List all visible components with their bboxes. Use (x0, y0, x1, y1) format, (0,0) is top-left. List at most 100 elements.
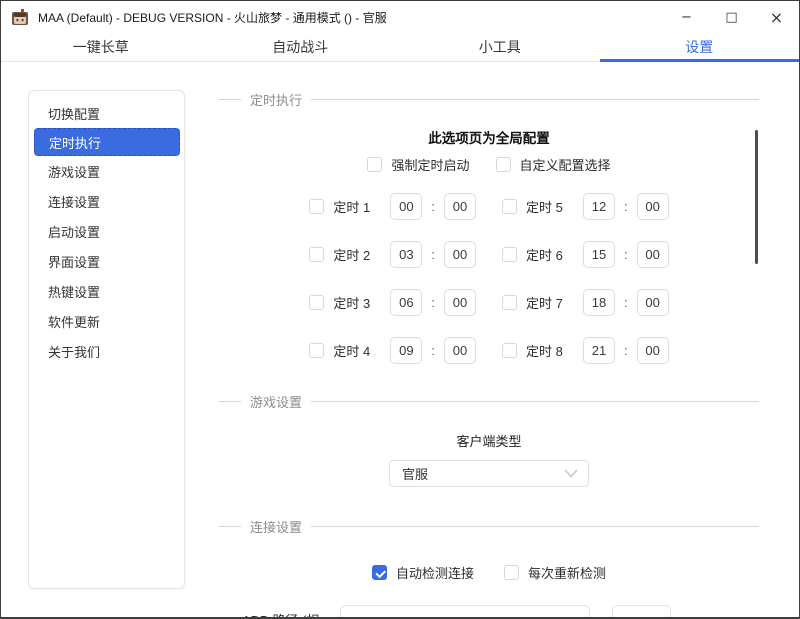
timer-3-label: 定时 3 (333, 296, 371, 311)
auto-detect-connection-label: 自动检测连接 (395, 566, 474, 581)
colon-separator: : (431, 295, 435, 310)
settings-sidebar: 切换配置 定时执行 游戏设置 连接设置 启动设置 界面设置 热键设置 软件更新 … (28, 90, 185, 589)
app-icon (12, 9, 28, 25)
sidebar-item-timer[interactable]: 定时执行 (34, 128, 180, 156)
timer-8-label: 定时 8 (526, 344, 563, 359)
timer-8-hour-input[interactable] (583, 337, 615, 364)
timer-4-minute-input[interactable] (444, 337, 476, 364)
scrollbar-thumb[interactable] (755, 130, 758, 264)
timer-1-minute-input[interactable] (444, 193, 476, 220)
timer-6-row: 定时 6 : (502, 241, 669, 268)
minimize-button[interactable]: − (664, 1, 709, 33)
auto-detect-connection-option[interactable]: 自动检测连接 (371, 563, 474, 582)
custom-config-select-label: 自定义配置选择 (519, 158, 611, 173)
timer-7-row: 定时 7 : (502, 289, 669, 316)
colon-separator: : (624, 343, 628, 358)
adb-path-row: ADB 路径 (相 (242, 605, 759, 617)
custom-config-select-checkbox[interactable] (495, 157, 511, 172)
timer-1-label: 定时 1 (333, 200, 371, 215)
maximize-button[interactable]: □ (709, 1, 754, 33)
timer-7-checkbox[interactable] (502, 295, 517, 310)
auto-detect-connection-checkbox[interactable] (371, 565, 387, 580)
main-tabbar: 一键长草 自动战斗 小工具 设置 (1, 33, 799, 62)
timer-grid: 定时 1 : 定时 5 : 定时 2 (309, 193, 669, 364)
timer-1-row: 定时 1 : (309, 193, 476, 220)
redetect-every-time-checkbox[interactable] (504, 565, 519, 580)
sidebar-item-startup-settings[interactable]: 启动设置 (29, 216, 184, 246)
timer-8-checkbox[interactable] (502, 343, 517, 358)
timer-6-checkbox[interactable] (502, 247, 517, 262)
client-type-label: 客户端类型 (456, 434, 522, 449)
timer-2-row: 定时 2 : (309, 241, 476, 268)
client-type-value: 官服 (402, 467, 429, 482)
section-connection-settings: 连接设置 自动检测连接 每次重新检测 ADB 路径 (相 (219, 517, 759, 617)
force-scheduled-start-option[interactable]: 强制定时启动 (367, 155, 470, 174)
sidebar-item-game-settings[interactable]: 游戏设置 (29, 156, 184, 186)
colon-separator: : (624, 199, 628, 214)
sidebar-item-about-us[interactable]: 关于我们 (29, 336, 184, 366)
timer-2-hour-input[interactable] (390, 241, 423, 268)
timer-3-minute-input[interactable] (444, 289, 476, 316)
global-config-note: 此选项页为全局配置 (428, 131, 550, 146)
client-type-select[interactable]: 官服 (389, 460, 589, 487)
timer-7-label: 定时 7 (526, 296, 563, 311)
timer-2-label: 定时 2 (333, 248, 371, 263)
timer-2-minute-input[interactable] (444, 241, 476, 268)
timer-5-hour-input[interactable] (583, 193, 615, 220)
timer-6-hour-input[interactable] (583, 241, 615, 268)
timer-3-checkbox[interactable] (309, 295, 325, 310)
sidebar-item-switch-config[interactable]: 切换配置 (29, 98, 184, 128)
section-timer: 定时执行 此选项页为全局配置 强制定时启动 自定义配置选择 定时 1 00: … (219, 62, 759, 364)
game-section-title: 游戏设置 (250, 395, 303, 410)
timer-option-row: 强制定时启动 自定义配置选择 (219, 155, 759, 174)
sidebar-item-software-update[interactable]: 软件更新 (29, 306, 184, 336)
timer-5-checkbox[interactable] (502, 199, 517, 214)
redetect-every-time-label: 每次重新检测 (528, 566, 607, 581)
divider-line (311, 99, 759, 100)
colon-separator: : (624, 295, 628, 310)
sidebar-item-hotkey-settings[interactable]: 热键设置 (29, 276, 184, 306)
tab-farming[interactable]: 一键长草 (1, 33, 201, 61)
timer-1-hour-input[interactable] (390, 193, 423, 220)
adb-path-input[interactable] (340, 605, 590, 617)
chevron-down-icon (564, 469, 578, 478)
divider-line (219, 401, 241, 402)
timer-4-checkbox[interactable] (309, 343, 325, 358)
timer-7-minute-input[interactable] (636, 289, 669, 316)
timer-4-hour-input[interactable] (390, 337, 423, 364)
force-scheduled-start-label: 强制定时启动 (391, 158, 470, 173)
timer-6-label: 定时 6 (526, 248, 563, 263)
colon-separator: : (624, 247, 628, 262)
timer-4-label: 定时 4 (333, 344, 371, 359)
timer-8-minute-input[interactable] (636, 337, 669, 364)
timer-2-checkbox[interactable] (309, 247, 325, 262)
adb-path-label: ADB 路径 (相 (242, 605, 340, 617)
timer-5-minute-input[interactable] (636, 193, 669, 220)
force-scheduled-start-checkbox[interactable] (367, 157, 383, 172)
tab-settings[interactable]: 设置 (599, 33, 800, 62)
sidebar-item-connection-settings[interactable]: 连接设置 (29, 186, 184, 216)
colon-separator: : (431, 343, 435, 358)
tab-copilot[interactable]: 自动战斗 (201, 33, 401, 61)
window-title: MAA (Default) - DEBUG VERSION - 火山旅梦 - 通… (38, 10, 387, 25)
timer-1-checkbox[interactable] (309, 199, 325, 214)
titlebar: MAA (Default) - DEBUG VERSION - 火山旅梦 - 通… (1, 1, 799, 33)
connection-section-title: 连接设置 (250, 520, 303, 535)
connection-section-header: 连接设置 (219, 517, 759, 536)
connection-option-row: 自动检测连接 每次重新检测 (219, 563, 759, 582)
divider-line (219, 526, 241, 527)
custom-config-select-option[interactable]: 自定义配置选择 (495, 155, 611, 174)
timer-6-minute-input[interactable] (636, 241, 669, 268)
close-button[interactable]: × (754, 1, 799, 33)
redetect-every-time-option[interactable]: 每次重新检测 (504, 563, 606, 582)
timer-4-row: 定时 4 : (309, 337, 476, 364)
timer-3-hour-input[interactable] (390, 289, 423, 316)
timer-7-hour-input[interactable] (583, 289, 615, 316)
sidebar-item-ui-settings[interactable]: 界面设置 (29, 246, 184, 276)
window-controls: − □ × (664, 1, 799, 33)
settings-content: 切换配置 定时执行 游戏设置 连接设置 启动设置 界面设置 热键设置 软件更新 … (1, 62, 799, 617)
timer-5-row: 定时 5 : (502, 193, 669, 220)
divider-line (311, 526, 759, 527)
tab-tools[interactable]: 小工具 (400, 33, 600, 61)
adb-path-browse-button[interactable] (612, 605, 671, 617)
